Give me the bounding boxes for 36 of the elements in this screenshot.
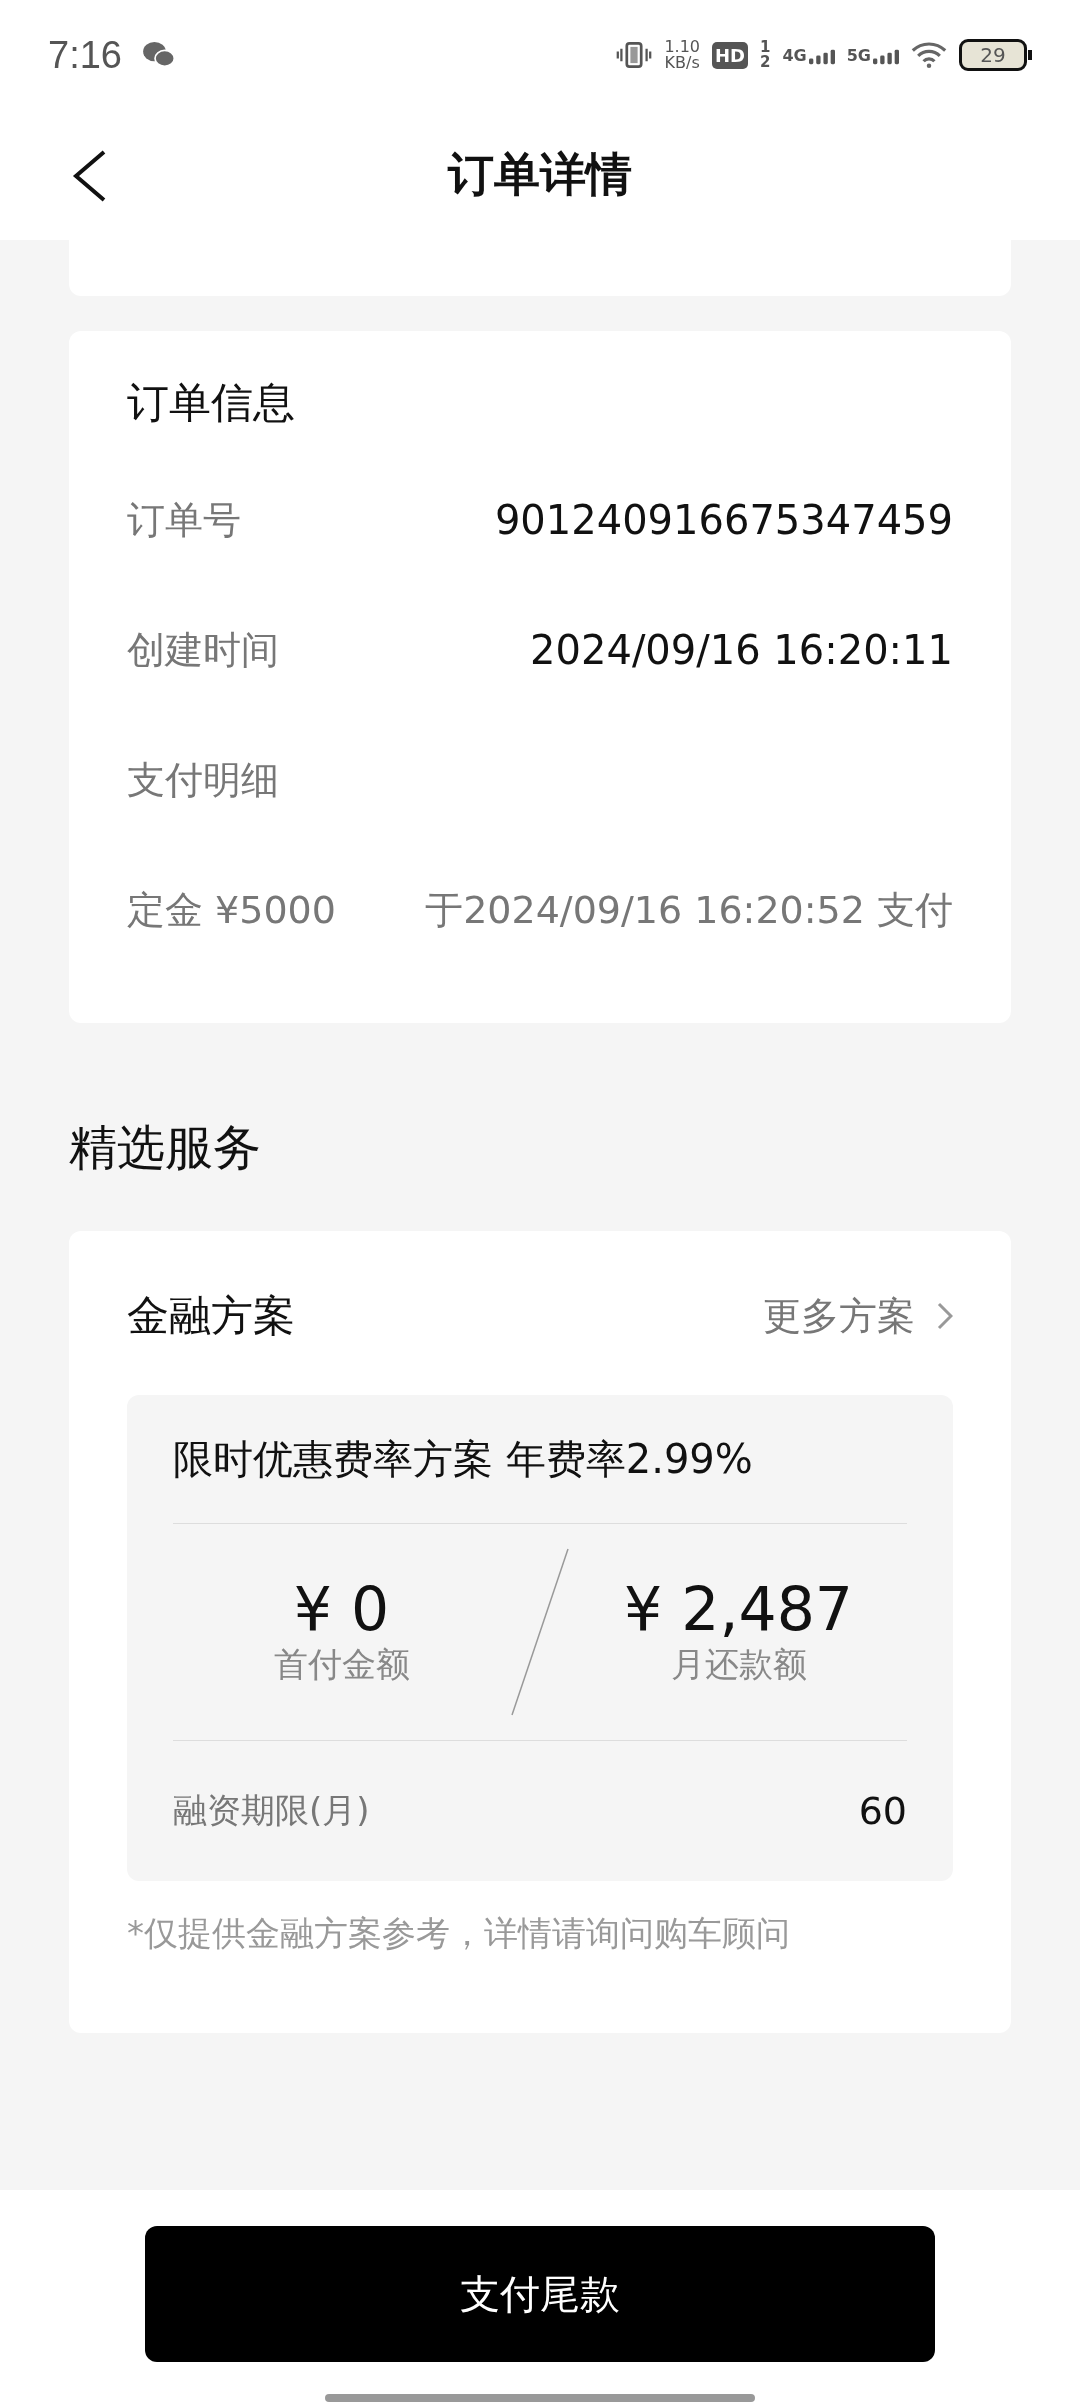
row-label: 创建时间 [127,626,279,674]
disclaimer-note: *仅提供金融方案参考，详情请询问购车顾问 [127,1912,791,1955]
row-value: 901240916675347459 [494,497,953,543]
amount-label: 首付金额 [273,1643,410,1686]
card-title: 订单信息 [127,377,296,429]
plan-name: 限时优惠费率方案 年费率2.99% [173,1395,907,1524]
row-label: 支付明细 [127,756,279,804]
back-icon[interactable] [72,150,106,202]
row-value: 2024/09/16 16:20:11 [530,627,953,673]
row-label: 订单号 [127,496,241,544]
row-value: 于2024/09/16 16:20:52 支付 [425,886,953,934]
battery: 29 [959,39,1027,71]
term-value: 60 [858,1789,907,1833]
speed-unit: KB/s [664,55,700,71]
pay-balance-button[interactable]: 支付尾款 [145,2226,935,2362]
row-label: 定金 ¥5000 [127,886,336,934]
card-title: 金融方案 [127,1290,295,1342]
amount-label: 月还款额 [670,1643,807,1686]
term-label: 融资期限(月) [173,1789,370,1832]
signal-icon [808,48,835,65]
hd-badge: HD [712,41,749,69]
section-title: 精选服务 [69,1118,262,1177]
sim-number: 1 [760,40,771,55]
wifi-icon [911,41,947,69]
sim-number: 2 [760,55,771,70]
amount-value: ¥ 2,487 [624,1576,853,1642]
speed-value: 1.10 [664,39,700,55]
status-time: 7:16 [48,33,122,77]
more-plans-link[interactable]: 更多方案 [763,1290,953,1342]
network-type: 5G [846,45,871,65]
page-title: 订单详情 [448,146,632,203]
network-type: 4G [782,45,807,65]
signal-icon [873,48,899,65]
vibrate-icon [616,41,653,69]
amount-value: ¥ 0 [293,1576,390,1642]
chevron-icon [937,1302,953,1330]
